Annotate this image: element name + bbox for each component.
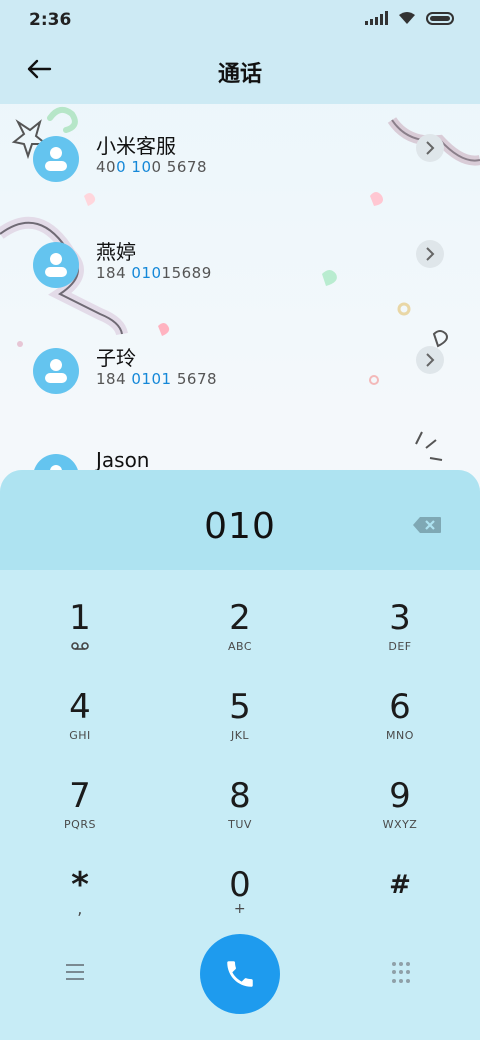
key-2[interactable]: 2 ABC xyxy=(160,598,320,686)
contact-details-button[interactable] xyxy=(416,346,444,374)
number-display: 010 xyxy=(0,470,480,570)
person-icon xyxy=(45,359,67,383)
key-8[interactable]: 8 TUV xyxy=(160,776,320,864)
key-hash[interactable]: # xyxy=(320,865,480,953)
page-title: 通话 xyxy=(217,62,262,87)
key-9[interactable]: 9 WXYZ xyxy=(320,776,480,864)
contact-name: Jason xyxy=(96,448,150,472)
key-5[interactable]: 5 JKL xyxy=(160,687,320,775)
contact-details-button[interactable] xyxy=(416,240,444,268)
status-icons xyxy=(365,11,454,25)
contact-item[interactable]: 小米客服 400 100 5678 xyxy=(0,134,480,226)
dialed-number: 010 xyxy=(204,506,276,547)
contact-item[interactable]: 燕婷 184 01015689 xyxy=(0,240,480,332)
key-star[interactable]: *, xyxy=(0,865,160,953)
contact-number: 400 100 5678 xyxy=(96,158,207,176)
avatar xyxy=(33,136,79,182)
dialpad-icon[interactable] xyxy=(392,962,414,984)
menu-icon[interactable] xyxy=(66,964,90,982)
contact-number: 184 01015689 xyxy=(96,264,212,282)
app-header: 通话 xyxy=(0,40,480,104)
key-3[interactable]: 3 DEF xyxy=(320,598,480,686)
battery-icon xyxy=(426,11,454,25)
contact-name: 小米客服 xyxy=(96,134,176,158)
contact-name: 子玲 xyxy=(96,346,136,370)
avatar xyxy=(33,242,79,288)
key-6[interactable]: 6 MNO xyxy=(320,687,480,775)
chevron-right-icon xyxy=(426,141,435,155)
contact-item[interactable]: 子玲 184 0101 5678 xyxy=(0,346,480,438)
chevron-right-icon xyxy=(426,353,435,367)
call-button[interactable] xyxy=(200,934,280,1014)
contact-name: 燕婷 xyxy=(96,240,136,264)
key-4[interactable]: 4 GHI xyxy=(0,687,160,775)
chevron-right-icon xyxy=(426,247,435,261)
signal-icon xyxy=(365,11,388,25)
key-1[interactable]: 1 xyxy=(0,598,160,686)
phone-icon xyxy=(227,961,253,987)
backspace-icon[interactable] xyxy=(412,516,442,534)
status-time: 2:36 xyxy=(29,10,72,30)
dial-panel: 010 1 2 ABC 3 DEF 4 GHI 5 JKL 6 MNO 7 PQRS 8 TU… xyxy=(0,470,480,1040)
wifi-icon xyxy=(399,12,415,24)
avatar xyxy=(33,348,79,394)
contact-number: 184 0101 5678 xyxy=(96,370,218,388)
contact-details-button[interactable] xyxy=(416,134,444,162)
person-icon xyxy=(45,253,67,277)
person-icon xyxy=(45,147,67,171)
voicemail-icon xyxy=(71,642,89,650)
key-7[interactable]: 7 PQRS xyxy=(0,776,160,864)
status-bar: 2:36 xyxy=(0,0,480,40)
